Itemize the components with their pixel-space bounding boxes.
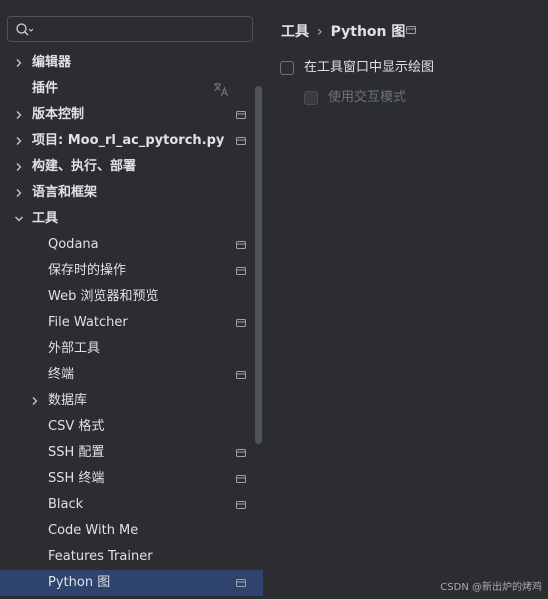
sidebar-item-label: 项目: Moo_rl_ac_pytorch.py xyxy=(32,133,225,148)
sidebar-item-label: 编辑器 xyxy=(32,55,72,70)
sidebar-item-label: 工具 xyxy=(32,211,59,226)
translate-icon[interactable] xyxy=(213,81,229,97)
chevron-down-icon[interactable] xyxy=(14,214,24,224)
sidebar-item-label: Python 图 xyxy=(48,575,111,590)
sidebar-item[interactable]: Black xyxy=(0,492,263,518)
sidebar-item-label: File Watcher xyxy=(48,315,128,330)
sidebar-item-label: Black xyxy=(48,497,84,512)
project-scope-icon xyxy=(236,111,246,119)
sidebar-item-label: 插件 xyxy=(32,81,59,96)
sidebar-item[interactable]: 版本控制 xyxy=(0,102,263,128)
sidebar-item-label: Features Trainer xyxy=(48,549,153,564)
search-box[interactable] xyxy=(7,16,253,42)
sidebar-item-label: Qodana xyxy=(48,237,99,252)
sidebar-item[interactable]: 插件 xyxy=(0,76,263,102)
sidebar-item-label: 构建、执行、部署 xyxy=(32,159,137,174)
search-icon[interactable] xyxy=(15,22,33,38)
show-plots-label[interactable]: 在工具窗口中显示绘图 xyxy=(304,60,434,76)
sidebar-item[interactable]: 数据库 xyxy=(0,388,263,414)
interactive-mode-label: 使用交互模式 xyxy=(328,90,407,105)
project-scope-icon xyxy=(236,475,246,483)
breadcrumb-separator: › xyxy=(317,24,323,40)
breadcrumb-current: Python 图 xyxy=(330,24,406,40)
sidebar-item[interactable]: 外部工具 xyxy=(0,336,263,362)
project-scope-icon xyxy=(236,449,246,457)
project-scope-icon xyxy=(236,137,246,145)
sidebar-item[interactable]: Code With Me xyxy=(0,518,263,544)
sidebar-item-label: 语言和框架 xyxy=(32,185,98,200)
sidebar-item[interactable]: 构建、执行、部署 xyxy=(0,154,263,180)
sidebar-item[interactable]: 编辑器 xyxy=(0,50,263,76)
breadcrumb: 工具 › Python 图 xyxy=(281,21,405,41)
sidebar-item[interactable]: Web 浏览器和预览 xyxy=(0,284,263,310)
chevron-right-icon[interactable] xyxy=(30,396,40,406)
breadcrumb-parent[interactable]: 工具 xyxy=(281,24,309,40)
project-scope-icon xyxy=(236,319,246,327)
sidebar-item-label: SSH 终端 xyxy=(48,471,105,486)
sidebar-item[interactable]: Features Trainer xyxy=(0,544,263,570)
sidebar-item-label: 终端 xyxy=(48,367,75,382)
sidebar-item-label: Web 浏览器和预览 xyxy=(48,289,159,304)
search-input[interactable] xyxy=(38,20,248,38)
sidebar-item-label: SSH 配置 xyxy=(48,445,105,460)
sidebar-item-label: CSV 格式 xyxy=(48,419,105,434)
sidebar-item[interactable]: SSH 终端 xyxy=(0,466,263,492)
sidebar-item-label: Code With Me xyxy=(48,523,139,538)
project-scope-icon xyxy=(236,501,246,509)
sidebar-item[interactable]: SSH 配置 xyxy=(0,440,263,466)
chevron-right-icon[interactable] xyxy=(14,188,24,198)
sidebar-item-label: 保存时的操作 xyxy=(48,263,127,278)
watermark: CSDN @新出炉的烤鸡 xyxy=(440,582,542,593)
sidebar-scrollbar[interactable] xyxy=(255,86,262,444)
project-scope-icon xyxy=(236,241,246,249)
sidebar-item[interactable]: File Watcher xyxy=(0,310,263,336)
project-scope-icon xyxy=(236,371,246,379)
chevron-right-icon[interactable] xyxy=(14,110,24,120)
sidebar-item[interactable]: 终端 xyxy=(0,362,263,388)
show-plots-checkbox[interactable] xyxy=(280,61,294,75)
sidebar-item-label: 版本控制 xyxy=(32,107,85,122)
sidebar-item[interactable]: Qodana xyxy=(0,232,263,258)
interactive-mode-checkbox xyxy=(304,91,318,105)
settings-sidebar: 编辑器插件版本控制项目: Moo_rl_ac_pytorch.py 构建、执行、部… xyxy=(0,0,265,599)
sidebar-item[interactable]: 项目: Moo_rl_ac_pytorch.py xyxy=(0,128,263,154)
sidebar-item-label: 外部工具 xyxy=(48,341,101,356)
project-scope-icon xyxy=(236,579,246,587)
sidebar-item[interactable]: 保存时的操作 xyxy=(0,258,263,284)
project-scope-icon xyxy=(236,267,246,275)
sidebar-item[interactable]: Python 图 xyxy=(0,570,263,596)
chevron-right-icon[interactable] xyxy=(14,58,24,68)
project-scope-icon xyxy=(406,26,416,34)
chevron-right-icon[interactable] xyxy=(14,162,24,172)
sidebar-item[interactable]: 工具 xyxy=(0,206,263,232)
sidebar-item[interactable]: CSV 格式 xyxy=(0,414,263,440)
sidebar-item-label: 数据库 xyxy=(48,393,88,408)
sidebar-item[interactable]: 语言和框架 xyxy=(0,180,263,206)
chevron-right-icon[interactable] xyxy=(14,136,24,146)
settings-content: 工具 › Python 图 在工具窗口中显示绘图 使用交互模式 CSDN @新出炉的… xyxy=(266,0,548,599)
